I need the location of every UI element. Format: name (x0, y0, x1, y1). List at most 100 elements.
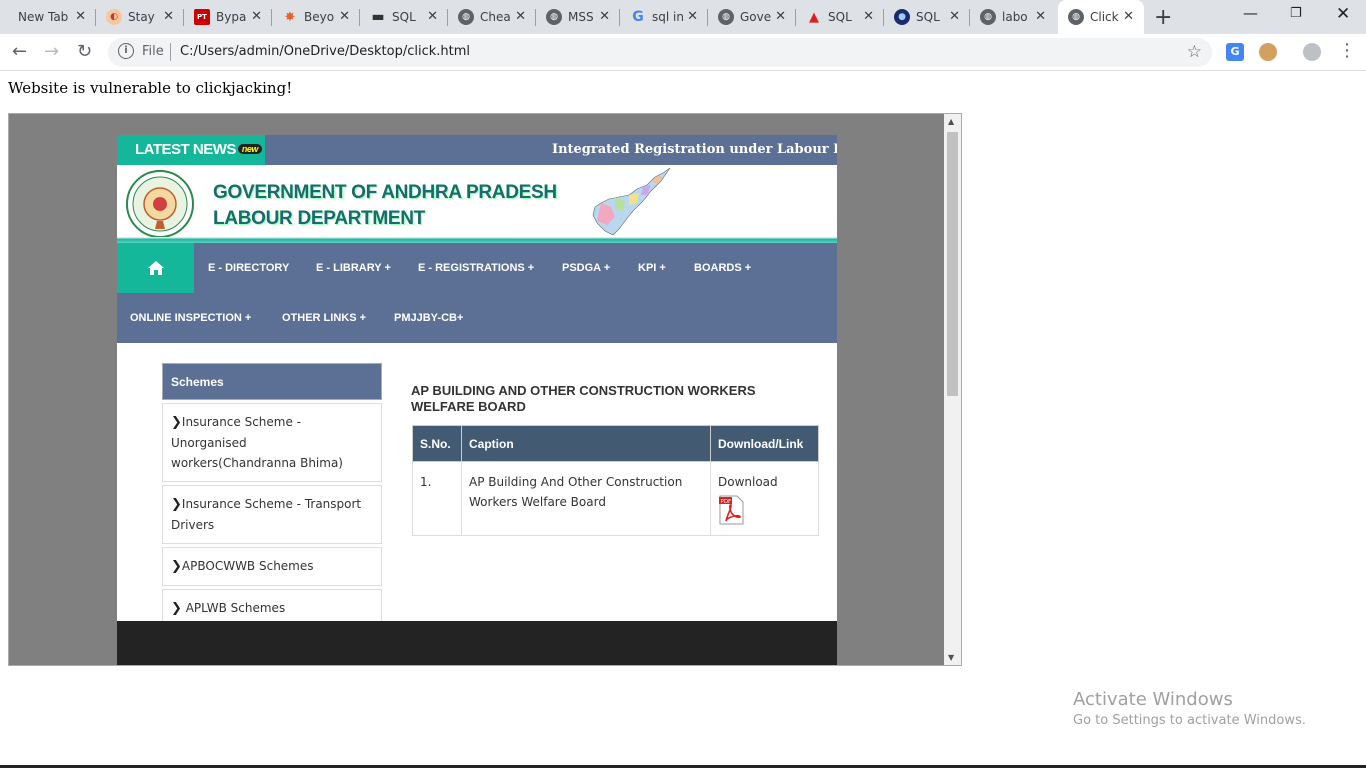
close-icon[interactable]: ✕ (599, 9, 610, 24)
sidebar-item-insurance-transport[interactable]: ❯Insurance Scheme - Transport Drivers (162, 485, 382, 544)
window-close-icon[interactable]: ✕ (1336, 4, 1350, 24)
vulnerability-message: Website is vulnerable to clickjacking! (8, 79, 293, 97)
watermark-line-1: Activate Windows (1073, 689, 1233, 710)
profile-avatar-icon[interactable] (1303, 43, 1321, 61)
globe-icon: ◍ (718, 9, 734, 25)
sidebar-item-label: APBOCWWB Schemes (181, 559, 314, 573)
google-icon: G (632, 9, 644, 25)
department-title: GOVERNMENT OF ANDHRA PRADESH LABOUR DEPA… (213, 180, 557, 232)
tab-7[interactable]: G sql in ✕ (620, 0, 708, 34)
tab-12-active[interactable]: ◍ Click ✕ (1058, 0, 1144, 34)
tab-8[interactable]: ◍ Gove ✕ (708, 0, 796, 34)
pt-icon: PT (194, 9, 210, 25)
tab-9[interactable]: ▲ SQL ✕ (796, 0, 884, 34)
chrome-store-icon: ◐ (106, 9, 122, 25)
close-icon[interactable]: ✕ (339, 9, 350, 24)
address-bar[interactable]: i File C:/Users/admin/OneDrive/Desktop/c… (108, 38, 1212, 67)
info-icon[interactable]: i (118, 43, 134, 59)
menu-boards[interactable]: BOARDS + (694, 262, 751, 274)
close-icon[interactable]: ✕ (1035, 9, 1046, 24)
close-icon[interactable]: ✕ (427, 9, 438, 24)
tab-5[interactable]: ◍ Chea ✕ (448, 0, 536, 34)
tab-3[interactable]: ✸ Beyo ✕ (272, 0, 360, 34)
back-icon[interactable]: ← (12, 41, 27, 62)
menu-kebab-icon[interactable]: ⋮ (1338, 40, 1356, 61)
watermark-line-2: Go to Settings to activate Windows. (1073, 713, 1306, 728)
tab-4[interactable]: ▬ SQL ✕ (360, 0, 448, 34)
sidebar-item-label: Insurance Scheme - Unorganised workers(C… (171, 415, 343, 470)
pdf-icon[interactable]: PDF (718, 495, 744, 525)
content-area: Schemes ❯Insurance Scheme - Unorganised … (117, 343, 837, 628)
main-navigation: E - DIRECTORY E - LIBRARY + E - REGISTRA… (117, 243, 837, 343)
site-header: GOVERNMENT OF ANDHRA PRADESH LABOUR DEPA… (117, 165, 837, 243)
translate-icon[interactable]: G (1226, 43, 1244, 61)
tab-2[interactable]: PT Bypa ✕ (184, 0, 272, 34)
browser-toolbar: ← → ↻ i File C:/Users/admin/OneDrive/Des… (0, 34, 1366, 71)
close-icon[interactable]: ✕ (163, 9, 174, 24)
blue-circle-icon: ● (894, 9, 910, 25)
orange-icon: ✸ (284, 9, 296, 25)
download-link[interactable]: Download (718, 475, 778, 489)
row-caption: AP Building And Other Construction Worke… (461, 461, 711, 536)
close-icon[interactable]: ✕ (949, 9, 960, 24)
ticker-text[interactable]: Integrated Registration under Labour Law… (552, 142, 837, 157)
sidebar-item-label: APLWB Schemes (181, 601, 286, 615)
scheme-label: File (142, 44, 164, 59)
minimize-icon[interactable]: — (1243, 4, 1258, 22)
close-icon[interactable]: ✕ (75, 9, 86, 24)
close-icon[interactable]: ✕ (515, 9, 526, 24)
column-header: S.No. (412, 425, 462, 462)
table-row: 1. AP Building And Other Construction Wo… (412, 461, 819, 536)
sidebar-item-insurance-unorganised[interactable]: ❯Insurance Scheme - Unorganised workers(… (162, 403, 382, 482)
menu-other-links[interactable]: OTHER LINKS + (282, 312, 366, 324)
reload-icon[interactable]: ↻ (77, 41, 92, 62)
chevron-right-icon: ❯ (171, 497, 182, 512)
tab-title: SQL (392, 10, 416, 24)
close-icon[interactable]: ✕ (863, 9, 874, 24)
embedded-iframe[interactable]: LATEST NEWS new Integrated Registration u… (8, 113, 962, 666)
schemes-sidebar: Schemes ❯Insurance Scheme - Unorganised … (162, 363, 382, 628)
tab-title: Chea (480, 10, 511, 24)
row-download-cell: Download PDF (710, 461, 819, 536)
tab-title: Gove (740, 10, 772, 24)
cookie-icon[interactable] (1259, 43, 1277, 61)
close-icon[interactable]: ✕ (1123, 9, 1134, 24)
close-icon[interactable]: ✕ (687, 9, 698, 24)
iframe-scrollbar[interactable]: ▲ ▼ (944, 114, 961, 665)
bookmark-star-icon[interactable]: ☆ (1187, 42, 1202, 62)
globe-icon: ◍ (1068, 9, 1084, 25)
scrollbar-thumb[interactable] (947, 132, 958, 396)
site-footer (117, 621, 837, 665)
menu-pmjjby[interactable]: PMJJBY-CB+ (394, 312, 463, 324)
close-icon[interactable]: ✕ (251, 9, 262, 24)
scroll-down-icon[interactable]: ▼ (948, 653, 954, 662)
forward-icon[interactable]: → (44, 41, 59, 62)
activate-windows-watermark: Activate Windows Go to Settings to activ… (1073, 689, 1306, 728)
globe-icon: ◍ (458, 9, 474, 25)
menu-online-inspection[interactable]: ONLINE INSPECTION + (130, 312, 251, 324)
sidebar-item-apbocwwb[interactable]: ❯APBOCWWB Schemes (162, 547, 382, 586)
menu-kpi[interactable]: KPI + (638, 262, 666, 274)
tab-11[interactable]: ◍ labo ✕ (970, 0, 1056, 34)
menu-e-library[interactable]: E - LIBRARY + (316, 262, 391, 274)
new-tab-button[interactable]: + (1154, 5, 1172, 30)
home-button[interactable] (117, 243, 194, 293)
tab-1[interactable]: ◐ Stay ✕ (96, 0, 184, 34)
menu-psdga[interactable]: PSDGA + (562, 262, 610, 274)
tab-6[interactable]: ◍ MSS ✕ (536, 0, 620, 34)
dash-icon: ▬ (371, 9, 385, 25)
menu-e-registrations[interactable]: E - REGISTRATIONS + (418, 262, 534, 274)
chevron-right-icon: ❯ (171, 559, 182, 574)
chevron-right-icon: ❯ (171, 601, 182, 616)
restore-icon[interactable]: ❐ (1290, 6, 1302, 21)
menu-e-directory[interactable]: E - DIRECTORY (208, 262, 289, 274)
url-text[interactable]: C:/Users/admin/OneDrive/Desktop/click.ht… (180, 44, 470, 59)
column-header: Download/Link (710, 425, 819, 462)
close-icon[interactable]: ✕ (775, 9, 786, 24)
scroll-up-icon[interactable]: ▲ (948, 117, 954, 126)
tab-10[interactable]: ● SQL ✕ (884, 0, 970, 34)
latest-news-text: LATEST NEWS (135, 141, 236, 158)
section-title: AP BUILDING AND OTHER CONSTRUCTION WORKE… (411, 383, 756, 414)
new-badge: new (237, 144, 262, 154)
tab-0[interactable]: New Tab ✕ (8, 0, 96, 34)
